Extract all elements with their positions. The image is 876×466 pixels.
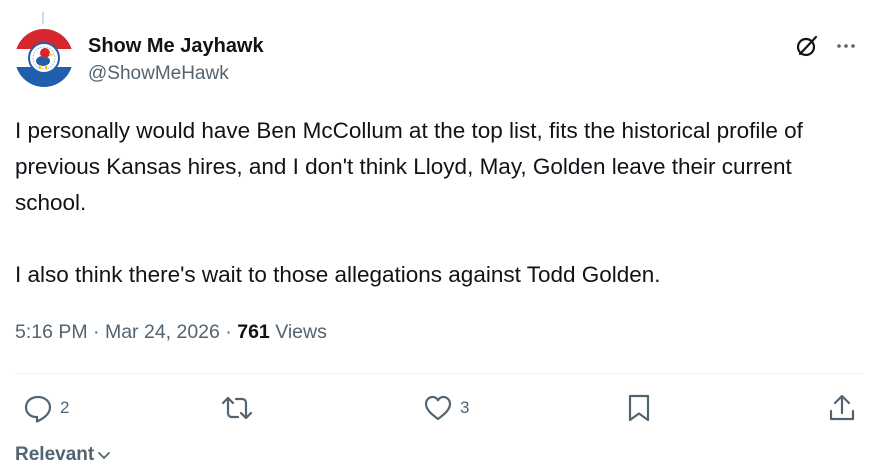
share-icon [829, 394, 855, 421]
views-count: 761 [237, 321, 270, 343]
share-button[interactable] [827, 392, 857, 424]
tweet-header: Show Me Jayhawk @ShowMeHawk [15, 29, 864, 93]
tweet-actions-bar: 2 3 [0, 392, 876, 428]
retweet-icon [221, 396, 253, 420]
chevron-down-icon [98, 452, 111, 459]
meta-separator: · [93, 321, 100, 343]
author-names: Show Me Jayhawk @ShowMeHawk [88, 34, 264, 86]
tweet-top-actions [794, 33, 858, 59]
like-count: 3 [460, 398, 470, 417]
jayhawk-avatar-icon [15, 29, 73, 87]
reply-count: 2 [60, 398, 70, 417]
views-label: Views [275, 321, 327, 343]
like-icon [424, 395, 452, 421]
tweet-text: I personally would have Ben McCollum at … [15, 118, 803, 287]
like-button[interactable]: 3 [422, 392, 469, 424]
retweet-button[interactable] [220, 392, 260, 424]
tweet-date[interactable]: Mar 24, 2026 [105, 321, 220, 343]
tweet-time[interactable]: 5:16 PM [15, 321, 88, 343]
bookmark-icon [628, 394, 650, 422]
tweet-metadata: 5:16 PM · Mar 24, 2026 · 761 Views [15, 318, 327, 346]
bookmark-button[interactable] [625, 392, 653, 424]
avatar[interactable] [15, 29, 73, 87]
grok-icon[interactable] [794, 33, 820, 59]
sort-label: Relevant [15, 444, 95, 465]
meta-separator: · [225, 321, 232, 343]
reply-icon [24, 395, 52, 423]
more-icon[interactable] [834, 34, 858, 58]
sort-relevant-dropdown[interactable]: Relevant [15, 444, 112, 466]
author-handle[interactable]: @ShowMeHawk [88, 62, 264, 86]
reply-button[interactable]: 2 [22, 392, 69, 424]
thread-connector-line [42, 12, 44, 24]
author-display-name[interactable]: Show Me Jayhawk [88, 34, 264, 58]
divider [15, 373, 864, 374]
